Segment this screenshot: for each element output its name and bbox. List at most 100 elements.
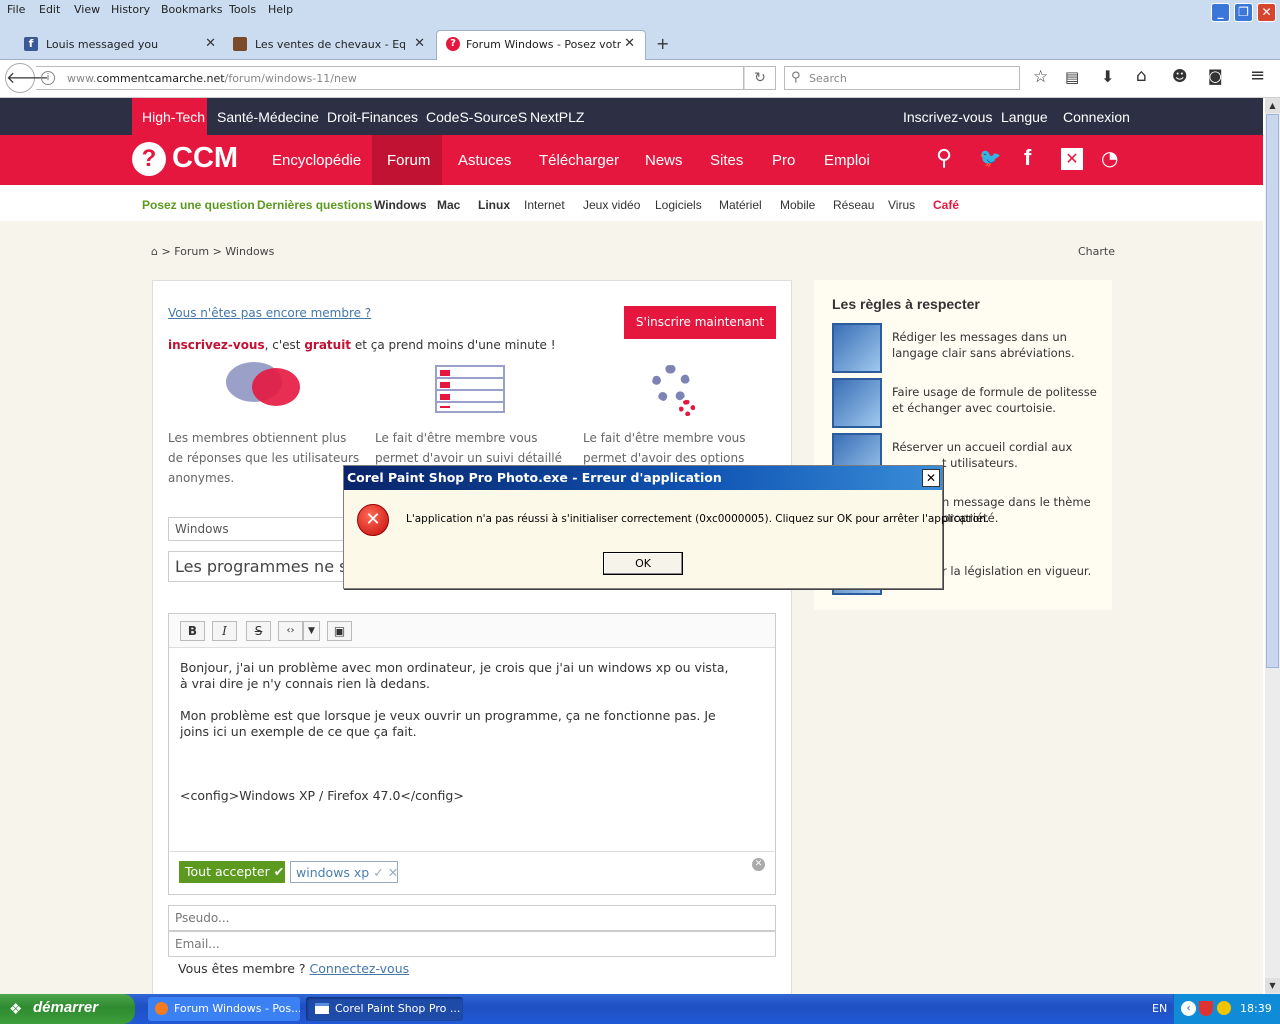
clock[interactable]: 18:39: [1240, 1002, 1272, 1015]
tag-chip[interactable]: windows xp ✓ ✕: [290, 861, 398, 883]
subnav-materiel[interactable]: Matériel: [719, 198, 762, 212]
subnav-mobile[interactable]: Mobile: [780, 198, 815, 212]
bookmark-star-icon[interactable]: ☆: [1033, 67, 1048, 87]
ccm-logo-icon[interactable]: ?: [132, 142, 166, 176]
restore-button[interactable]: ❐: [1234, 3, 1253, 22]
shield-icon[interactable]: [1199, 1001, 1213, 1016]
mail-icon[interactable]: ✕: [1061, 148, 1083, 170]
accept-all-button[interactable]: Tout accepter ✔: [179, 861, 285, 883]
subnav-reseau[interactable]: Réseau: [833, 198, 874, 212]
nav-news[interactable]: News: [645, 152, 683, 169]
home-icon[interactable]: ⌂: [1136, 66, 1147, 86]
nav-sites[interactable]: Sites: [710, 152, 743, 169]
topnav-high-tech[interactable]: High-Tech: [142, 109, 205, 125]
subnav-linux[interactable]: Linux: [478, 198, 510, 212]
menu-view[interactable]: View: [74, 3, 100, 16]
rss-icon[interactable]: ◔: [1101, 146, 1118, 170]
home-icon[interactable]: ⌂: [151, 245, 158, 258]
check-icon[interactable]: ✓: [373, 865, 383, 880]
breadcrumb-forum[interactable]: Forum: [174, 245, 209, 258]
tray-app-icon[interactable]: [1217, 1001, 1231, 1015]
task-corel[interactable]: Corel Paint Shop Pro ...: [306, 997, 463, 1021]
close-tab-icon[interactable]: ✕: [414, 36, 425, 51]
ok-button[interactable]: OK: [603, 552, 683, 575]
page-scrollbar[interactable]: ▲ ▼: [1265, 98, 1280, 994]
close-tab-icon[interactable]: ✕: [624, 36, 635, 51]
signup-bold[interactable]: inscrivez-vous: [168, 338, 265, 352]
subnav-virus[interactable]: Virus: [888, 198, 915, 212]
topnav-sante[interactable]: Santé-Médecine: [217, 109, 319, 125]
signup-button[interactable]: S'inscrire maintenant: [624, 306, 776, 339]
nav-astuces[interactable]: Astuces: [458, 152, 511, 169]
subnav-posez[interactable]: Posez une question: [142, 198, 255, 212]
body-line[interactable]: Mon problème est que lorsque je veux ouv…: [180, 708, 716, 723]
nav-emploi[interactable]: Emploi: [824, 152, 870, 169]
search-field[interactable]: ⚲ Search: [784, 66, 1020, 90]
code-dropdown-button[interactable]: ▼: [303, 621, 320, 641]
category-select[interactable]: Windows: [168, 517, 348, 541]
body-line[interactable]: à vrai dire je n'y connais rien là dedan…: [180, 676, 430, 691]
tab-facebook[interactable]: f Louis messaged you ✕: [24, 31, 216, 60]
close-tab-icon[interactable]: ✕: [205, 36, 216, 51]
image-button[interactable]: ▣: [327, 621, 352, 641]
facebook-icon[interactable]: f: [1024, 145, 1031, 171]
breadcrumb-windows[interactable]: Windows: [225, 245, 274, 258]
menu-tools[interactable]: Tools: [229, 3, 256, 16]
download-icon[interactable]: ⬇: [1101, 67, 1114, 86]
dialog-close-button[interactable]: ✕: [922, 469, 940, 487]
nav-forum[interactable]: Forum: [387, 152, 430, 169]
tab-equi[interactable]: Les ventes de chevaux - Equi... ✕: [233, 31, 425, 60]
new-tab-icon[interactable]: +: [656, 34, 669, 53]
dialog-titlebar[interactable]: Corel Paint Shop Pro Photo.exe - Erreur …: [344, 466, 942, 490]
pseudo-input[interactable]: Pseudo...: [168, 905, 776, 931]
chat-icon[interactable]: ☻: [1172, 67, 1188, 85]
menu-file[interactable]: File: [7, 3, 25, 16]
nav-telecharger[interactable]: Télécharger: [539, 152, 619, 169]
topnav-inscrivez[interactable]: Inscrivez-vous: [903, 109, 992, 125]
reading-list-icon[interactable]: ▤: [1065, 68, 1079, 86]
nav-encyclopedie[interactable]: Encyclopédie: [272, 152, 361, 169]
reload-button[interactable]: ↻: [744, 66, 776, 90]
menu-bookmarks[interactable]: Bookmarks: [161, 3, 222, 16]
scroll-thumb[interactable]: [1266, 114, 1279, 668]
body-line[interactable]: <config>Windows XP / Firefox 47.0</confi…: [180, 788, 464, 803]
close-window-button[interactable]: ✕: [1257, 3, 1276, 22]
twitter-icon[interactable]: 🐦: [979, 148, 1001, 169]
menu-help[interactable]: Help: [268, 3, 293, 16]
not-member-link[interactable]: Vous n'êtes pas encore membre ?: [168, 306, 371, 320]
subnav-dernieres[interactable]: Dernières questions: [257, 198, 372, 212]
topnav-codes[interactable]: CodeS-SourceS: [426, 109, 527, 125]
topnav-connexion[interactable]: Connexion: [1063, 109, 1130, 125]
code-button[interactable]: ‹›: [278, 621, 303, 641]
subnav-mac[interactable]: Mac: [437, 198, 460, 212]
tray-chevron-icon[interactable]: ‹: [1181, 1001, 1196, 1016]
hamburger-menu-icon[interactable]: ≡: [1250, 65, 1265, 86]
info-icon[interactable]: i: [41, 71, 55, 85]
scroll-up-icon[interactable]: ▲: [1265, 98, 1280, 113]
menu-edit[interactable]: Edit: [39, 3, 60, 16]
bold-button[interactable]: B: [180, 621, 205, 641]
minimize-button[interactable]: _: [1211, 3, 1230, 22]
topnav-nextplz[interactable]: NextPLZ: [530, 109, 584, 125]
remove-tag-icon[interactable]: ✕: [388, 865, 398, 880]
ccm-logo-text[interactable]: CCM: [172, 142, 238, 175]
clear-tags-icon[interactable]: ✕: [752, 858, 765, 871]
topnav-langue[interactable]: Langue: [1001, 109, 1048, 125]
tab-forum-windows[interactable]: ? Forum Windows - Posez votre... ✕: [436, 30, 646, 60]
search-icon[interactable]: ⚲: [936, 146, 952, 171]
subnav-cafe[interactable]: Café: [933, 198, 959, 212]
topnav-droit[interactable]: Droit-Finances: [327, 109, 418, 125]
login-link[interactable]: Connectez-vous: [310, 961, 410, 976]
pocket-icon[interactable]: ◙: [1208, 67, 1223, 85]
start-button[interactable]: ❖ démarrer: [0, 994, 135, 1024]
title-input[interactable]: Les programmes ne s: [168, 551, 348, 582]
email-input[interactable]: Email...: [168, 931, 776, 957]
task-firefox[interactable]: Forum Windows - Pos...: [148, 997, 300, 1021]
charte-link[interactable]: Charte: [1078, 245, 1115, 258]
body-line[interactable]: Bonjour, j'ai un problème avec mon ordin…: [180, 660, 728, 675]
nav-pro[interactable]: Pro: [772, 152, 795, 169]
url-field[interactable]: i www.commentcamarche.net/forum/windows-…: [36, 66, 744, 90]
menu-history[interactable]: History: [111, 3, 150, 16]
subnav-logiciels[interactable]: Logiciels: [655, 198, 702, 212]
subnav-jeux[interactable]: Jeux vidéo: [583, 198, 640, 212]
